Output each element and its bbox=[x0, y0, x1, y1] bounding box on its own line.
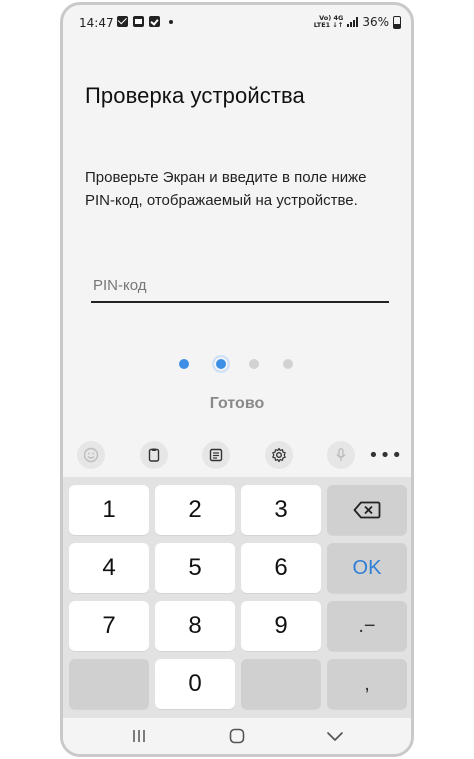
key-8[interactable]: 8 bbox=[155, 601, 235, 651]
pin-code-input[interactable] bbox=[91, 273, 389, 303]
microphone-icon[interactable] bbox=[327, 441, 355, 469]
status-system-icons: Vo) 4G LTE1 ↓↑ 36% bbox=[314, 15, 401, 29]
settings-gear-icon[interactable] bbox=[265, 441, 293, 469]
more-options-icon[interactable]: ••• bbox=[368, 445, 403, 466]
network-type-label: Vo) 4G LTE1 ↓↑ bbox=[314, 15, 344, 29]
key-4[interactable]: 4 bbox=[69, 543, 149, 593]
backspace-icon bbox=[353, 501, 381, 519]
emoji-icon[interactable] bbox=[77, 441, 105, 469]
network-label-bottom: LTE1 ↓↑ bbox=[313, 21, 344, 29]
home-icon[interactable] bbox=[222, 725, 252, 747]
ok-key[interactable]: OK bbox=[327, 543, 407, 593]
key-0[interactable]: 0 bbox=[155, 659, 235, 709]
page-indicator-dot bbox=[249, 359, 259, 369]
key-6[interactable]: 6 bbox=[241, 543, 321, 593]
instruction-text: Проверьте Экран и введите в поле ниже PI… bbox=[85, 169, 367, 209]
recent-apps-icon[interactable] bbox=[124, 725, 154, 747]
status-notification-icons bbox=[117, 16, 173, 27]
battery-icon bbox=[393, 15, 401, 29]
keyboard-toolbar: ••• bbox=[63, 435, 411, 475]
empty-key bbox=[241, 659, 321, 709]
status-time: 14:47 bbox=[79, 16, 114, 30]
page-title: Проверка устройства bbox=[85, 83, 305, 108]
key-3[interactable]: 3 bbox=[241, 485, 321, 535]
page-indicator bbox=[63, 353, 411, 375]
more-notifications-dot-icon bbox=[169, 19, 173, 24]
empty-key bbox=[69, 659, 149, 709]
signal-strength-icon bbox=[347, 17, 359, 27]
page-indicator-dot-active bbox=[212, 355, 230, 373]
key-9[interactable]: 9 bbox=[241, 601, 321, 651]
key-2[interactable]: 2 bbox=[155, 485, 235, 535]
page-indicator-dot bbox=[179, 359, 189, 369]
key-5[interactable]: 5 bbox=[155, 543, 235, 593]
numeric-keyboard: 1 2 3 4 5 6 OK 7 8 9 .− 0 , bbox=[63, 477, 411, 723]
text-mode-icon[interactable] bbox=[202, 441, 230, 469]
back-chevron-down-icon[interactable] bbox=[320, 725, 350, 747]
phone-frame: 14:47 Vo) 4G LTE1 ↓↑ 36% Проверка устрой… bbox=[60, 2, 414, 757]
page-indicator-dot bbox=[283, 359, 293, 369]
key-7[interactable]: 7 bbox=[69, 601, 149, 651]
battery-percentage: 36% bbox=[362, 15, 389, 29]
dot-minus-key[interactable]: .− bbox=[327, 601, 407, 651]
status-bar: 14:47 Vo) 4G LTE1 ↓↑ 36% bbox=[63, 5, 411, 39]
navigation-bar bbox=[63, 718, 411, 754]
done-button[interactable]: Готово bbox=[63, 395, 411, 413]
message-notification-icon bbox=[117, 16, 128, 27]
check-notification-icon bbox=[149, 16, 160, 27]
gallery-notification-icon bbox=[133, 16, 144, 27]
key-1[interactable]: 1 bbox=[69, 485, 149, 535]
backspace-key[interactable] bbox=[327, 485, 407, 535]
comma-key[interactable]: , bbox=[327, 659, 407, 709]
clipboard-icon[interactable] bbox=[140, 441, 168, 469]
